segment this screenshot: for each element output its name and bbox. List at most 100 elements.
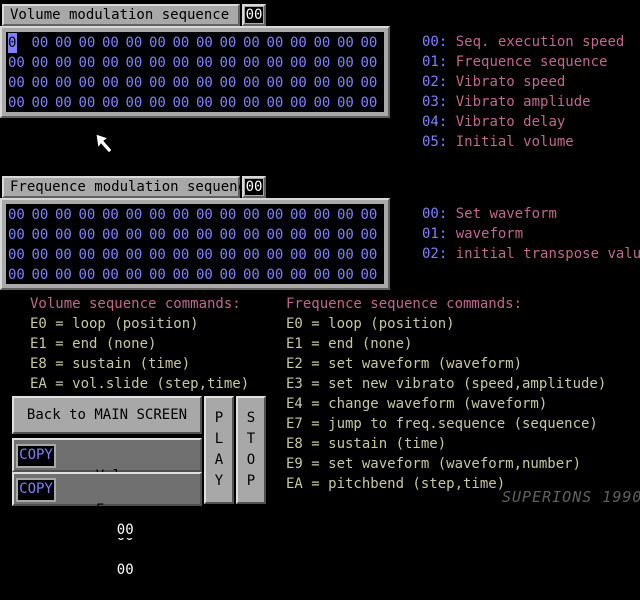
sequence-cell[interactable]: 00	[55, 93, 79, 113]
sequence-cell[interactable]: 00	[149, 73, 173, 93]
sequence-cell[interactable]: 00	[55, 73, 79, 93]
sequence-cell[interactable]: 00	[290, 205, 314, 225]
sequence-cell[interactable]: 00	[243, 73, 267, 93]
sequence-cell[interactable]: 00	[243, 33, 267, 53]
sequence-cell[interactable]: 00	[173, 205, 197, 225]
sequence-cell[interactable]: 00	[290, 33, 314, 53]
stop-button[interactable]: STOP	[236, 396, 266, 504]
sequence-cell[interactable]: 00	[173, 93, 197, 113]
sequence-cell[interactable]: 00	[32, 93, 56, 113]
sequence-cell[interactable]: 00	[337, 205, 361, 225]
sequence-cell[interactable]: 00	[290, 93, 314, 113]
sequence-cell[interactable]: 00	[149, 93, 173, 113]
sequence-cell[interactable]: 00	[55, 225, 79, 245]
sequence-cell[interactable]: 00	[126, 225, 150, 245]
sequence-cell[interactable]: 00	[314, 205, 338, 225]
sequence-cell[interactable]: 00	[79, 33, 103, 53]
sequence-cell[interactable]: 00	[267, 205, 291, 225]
sequence-cell[interactable]: 00	[8, 93, 32, 113]
sequence-cell[interactable]: 00	[126, 53, 150, 73]
frequence-sequence-grid[interactable]: 00 00 00 00 00 00 00 00 00 00 00 00 00 00 00 00 00 00 00 00…	[0, 198, 390, 290]
sequence-cell[interactable]: 00	[220, 33, 244, 53]
sequence-cell[interactable]: 00	[314, 245, 338, 265]
sequence-cell[interactable]: 00	[173, 33, 197, 53]
sequence-cell[interactable]: 00	[32, 245, 56, 265]
volume-sequence-index[interactable]: 00	[242, 4, 266, 26]
volume-grid-cells[interactable]: 0 00 00 00 00 00 00 00 00 00 00 00 00 00 00 00 00 00 00 00 0…	[6, 32, 384, 112]
sequence-cell[interactable]: 00	[126, 33, 150, 53]
sequence-cell[interactable]: 00	[196, 245, 220, 265]
sequence-cell[interactable]: 00	[243, 245, 267, 265]
sequence-cell[interactable]: 00	[126, 265, 150, 285]
sequence-cell[interactable]: 00	[290, 53, 314, 73]
sequence-cell-cursor-wrap[interactable]: 00	[8, 33, 32, 53]
frequence-sequence-index[interactable]: 00	[242, 176, 266, 198]
sequence-cell[interactable]: 00	[126, 205, 150, 225]
sequence-cell[interactable]: 00	[32, 225, 56, 245]
sequence-cell[interactable]: 00	[8, 73, 32, 93]
sequence-cell[interactable]: 00	[8, 245, 32, 265]
sequence-cell[interactable]: 00	[149, 205, 173, 225]
sequence-cell[interactable]: 00	[79, 73, 103, 93]
sequence-cell[interactable]: 00	[267, 73, 291, 93]
sequence-cell[interactable]: 00	[220, 205, 244, 225]
sequence-cell[interactable]: 00	[32, 53, 56, 73]
sequence-cell[interactable]: 00	[8, 205, 32, 225]
sequence-cell[interactable]: 00	[361, 205, 385, 225]
sequence-cell[interactable]: 00	[243, 93, 267, 113]
sequence-cell[interactable]: 00	[267, 245, 291, 265]
sequence-cell[interactable]: 00	[173, 245, 197, 265]
sequence-cell[interactable]: 00	[314, 53, 338, 73]
play-button[interactable]: PLAY	[204, 396, 234, 504]
sequence-cell[interactable]: 00	[196, 205, 220, 225]
sequence-cell[interactable]: 00	[173, 53, 197, 73]
sequence-cell[interactable]: 00	[290, 245, 314, 265]
sequence-cell[interactable]: 00	[32, 33, 56, 53]
sequence-cell[interactable]: 00	[196, 73, 220, 93]
sequence-cell[interactable]: 00	[102, 93, 126, 113]
sequence-cell[interactable]: 00	[102, 73, 126, 93]
sequence-cell[interactable]: 00	[149, 265, 173, 285]
sequence-cell[interactable]: 00	[55, 245, 79, 265]
frequence-grid-cells[interactable]: 00 00 00 00 00 00 00 00 00 00 00 00 00 00 00 00 00 00 00 00…	[6, 204, 384, 284]
sequence-cell[interactable]: 00	[314, 225, 338, 245]
sequence-cell[interactable]: 00	[32, 73, 56, 93]
sequence-cell[interactable]: 00	[8, 265, 32, 285]
sequence-cell[interactable]: 00	[220, 73, 244, 93]
sequence-cell[interactable]: 00	[196, 93, 220, 113]
sequence-cell[interactable]: 00	[173, 73, 197, 93]
sequence-cell[interactable]: 00	[337, 93, 361, 113]
sequence-cell[interactable]: 00	[314, 73, 338, 93]
sequence-cell[interactable]: 00	[196, 53, 220, 73]
sequence-cell[interactable]: 00	[267, 93, 291, 113]
sequence-cell[interactable]: 00	[196, 265, 220, 285]
sequence-cell[interactable]: 00	[267, 265, 291, 285]
sequence-cell[interactable]: 00	[55, 53, 79, 73]
sequence-cell[interactable]: 00	[337, 245, 361, 265]
sequence-cell[interactable]: 00	[220, 93, 244, 113]
sequence-cell[interactable]: 00	[243, 265, 267, 285]
volume-sequence-grid[interactable]: 0 00 00 00 00 00 00 00 00 00 00 00 00 00 00 00 00 00 00 00 0…	[0, 26, 390, 118]
sequence-cell[interactable]: 00	[337, 73, 361, 93]
sequence-cell[interactable]: 00	[149, 53, 173, 73]
sequence-cell[interactable]: 00	[196, 225, 220, 245]
sequence-cell[interactable]: 00	[8, 53, 32, 73]
back-to-main-screen-button[interactable]: Back to MAIN SCREEN	[12, 396, 202, 434]
sequence-cell[interactable]: 00	[243, 205, 267, 225]
sequence-cell[interactable]: 00	[79, 205, 103, 225]
sequence-cell[interactable]: 00	[102, 245, 126, 265]
sequence-cell[interactable]: 00	[149, 33, 173, 53]
sequence-cell[interactable]: 00	[290, 265, 314, 285]
sequence-cell[interactable]: 00	[361, 33, 385, 53]
sequence-cell[interactable]: 00	[126, 245, 150, 265]
sequence-cell[interactable]: 00	[243, 53, 267, 73]
sequence-cell[interactable]: 00	[361, 225, 385, 245]
sequence-cell[interactable]: 00	[361, 245, 385, 265]
sequence-cell[interactable]: 00	[55, 33, 79, 53]
sequence-cell[interactable]: 00	[102, 265, 126, 285]
sequence-cell[interactable]: 00	[32, 265, 56, 285]
sequence-cell-cursor[interactable]: 00	[8, 33, 17, 53]
sequence-cell[interactable]: 00	[267, 53, 291, 73]
sequence-cell[interactable]: 00	[149, 225, 173, 245]
sequence-cell[interactable]: 00	[337, 265, 361, 285]
